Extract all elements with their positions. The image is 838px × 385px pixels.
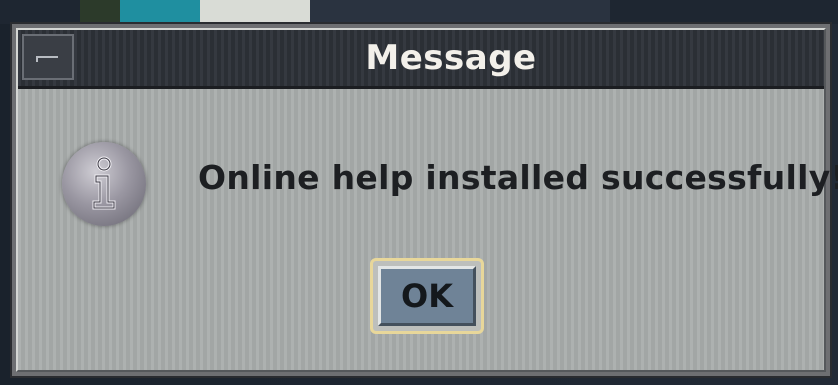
ok-button-label: OK	[378, 266, 476, 326]
screen: Message Online help installed successful…	[0, 0, 838, 385]
system-menu-icon	[36, 56, 58, 62]
background-window-fragment	[200, 0, 310, 24]
title-bar[interactable]: Message	[18, 30, 824, 89]
message-text: Online help installed successfully!	[198, 158, 838, 197]
info-icon	[62, 142, 146, 226]
message-dialog: Message Online help installed successful…	[10, 22, 838, 378]
dialog-title: Message	[365, 38, 537, 78]
background-window-fragment	[310, 0, 610, 24]
system-menu-button[interactable]	[22, 34, 74, 80]
background-window-fragment	[120, 0, 200, 24]
dialog-body: Message Online help installed successful…	[16, 28, 838, 372]
ok-button[interactable]: OK	[370, 258, 484, 334]
background-desktop-strip	[0, 0, 838, 24]
